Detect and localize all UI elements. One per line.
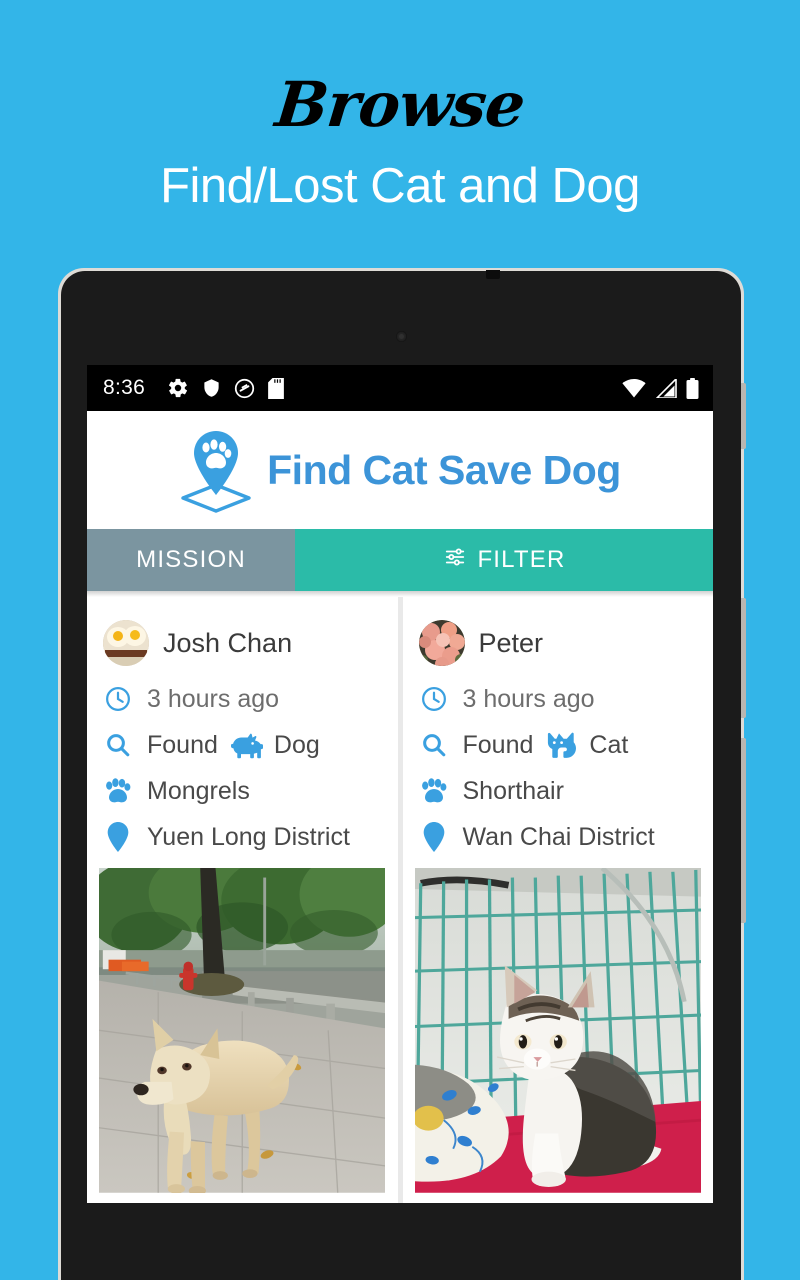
- post-breed: Mongrels: [147, 776, 250, 805]
- app-title: Find Cat Save Dog: [267, 446, 621, 493]
- promo-subtitle: Find/Lost Cat and Dog: [160, 159, 640, 213]
- clock-icon: [419, 684, 449, 714]
- promo-screenshot: Browse Find/Lost Cat and Dog 8:36 Find C…: [0, 0, 800, 1280]
- post-author-row: Josh Chan: [87, 614, 398, 672]
- post-district: Wan Chai District: [462, 822, 655, 851]
- location-pin-icon: [103, 822, 133, 852]
- device-screen: 8:36 Find Cat Save Dog MISSION FILTER Jo…: [87, 365, 713, 1203]
- antenna-notch: [486, 270, 500, 279]
- post-photo[interactable]: [99, 868, 386, 1203]
- magnifier-icon: [103, 730, 133, 760]
- post-status-row: Found Cat: [403, 722, 714, 768]
- post-author-name: Peter: [478, 627, 544, 658]
- shield-icon: [202, 377, 221, 399]
- post-time-row: 3 hours ago: [87, 676, 398, 722]
- status-bar-clock: 8:36: [103, 376, 146, 399]
- battery-icon: [686, 377, 699, 399]
- volume-up-button[interactable]: [741, 598, 746, 718]
- cat-icon: [546, 732, 577, 758]
- cell-signal-icon: [655, 378, 677, 398]
- post-time: 3 hours ago: [462, 684, 595, 713]
- tab-mission-label: MISSION: [136, 546, 246, 573]
- app-bar: Find Cat Save Dog: [87, 411, 713, 529]
- post-breed-row: Mongrels: [87, 768, 398, 814]
- map-pin-paw-icon: [179, 427, 253, 513]
- post-photo[interactable]: [414, 868, 702, 1203]
- location-pin-icon: [419, 822, 449, 852]
- magnifier-icon: [419, 730, 449, 760]
- gear-icon: [167, 377, 189, 399]
- post-breed: Shorthair: [462, 776, 564, 805]
- avatar: [103, 620, 149, 666]
- do-not-disturb-icon: [234, 378, 255, 399]
- post-status: Found: [462, 730, 534, 759]
- post-species: Cat: [589, 730, 629, 759]
- post-status: Found: [147, 730, 218, 759]
- paw-icon: [419, 776, 449, 806]
- post-district: Yuen Long District: [147, 822, 350, 851]
- post-card-details: Josh Chan 3 hours ago Found Dog Mongrels…: [87, 597, 398, 860]
- tune-icon: [442, 546, 468, 575]
- post-status-group: Found Cat: [463, 731, 629, 760]
- post-time: 3 hours ago: [147, 684, 280, 713]
- post-breed-row: Shorthair: [403, 768, 714, 814]
- tab-filter-label: FILTER: [477, 546, 566, 573]
- post-list: Josh Chan 3 hours ago Found Dog Mongrels…: [87, 597, 713, 1203]
- post-species: Dog: [273, 730, 320, 759]
- post-district-row: Yuen Long District: [87, 814, 398, 860]
- avatar: [418, 620, 465, 666]
- front-camera-icon: [396, 331, 407, 342]
- tablet-device: 8:36 Find Cat Save Dog MISSION FILTER Jo…: [58, 268, 746, 1280]
- tab-filter[interactable]: FILTER: [295, 529, 713, 591]
- promo-title: Browse: [272, 68, 528, 141]
- status-bar-right-icons: [622, 377, 699, 399]
- post-status-row: Found Dog: [87, 722, 398, 768]
- post-card[interactable]: Peter 3 hours ago Found Cat Shorthair Wa…: [402, 597, 714, 1203]
- promo-header: Browse Find/Lost Cat and Dog: [0, 0, 800, 214]
- power-button[interactable]: [741, 383, 746, 449]
- post-status-group: Found Dog: [147, 731, 320, 760]
- clock-icon: [103, 684, 133, 714]
- post-author-name: Josh Chan: [163, 627, 293, 658]
- status-bar: 8:36: [87, 365, 713, 411]
- volume-down-button[interactable]: [741, 738, 746, 923]
- dog-icon: [230, 732, 263, 759]
- paw-icon: [103, 776, 133, 806]
- tab-mission[interactable]: MISSION: [87, 529, 295, 591]
- post-district-row: Wan Chai District: [403, 814, 714, 860]
- sd-card-icon: [268, 377, 284, 399]
- post-time-row: 3 hours ago: [403, 676, 714, 722]
- post-card[interactable]: Josh Chan 3 hours ago Found Dog Mongrels…: [87, 597, 398, 1203]
- status-bar-left-icons: [167, 377, 284, 399]
- wifi-icon: [622, 378, 646, 398]
- tab-bar: MISSION FILTER: [87, 529, 713, 591]
- post-author-row: Peter: [403, 614, 714, 672]
- post-card-details: Peter 3 hours ago Found Cat Shorthair Wa…: [403, 597, 714, 860]
